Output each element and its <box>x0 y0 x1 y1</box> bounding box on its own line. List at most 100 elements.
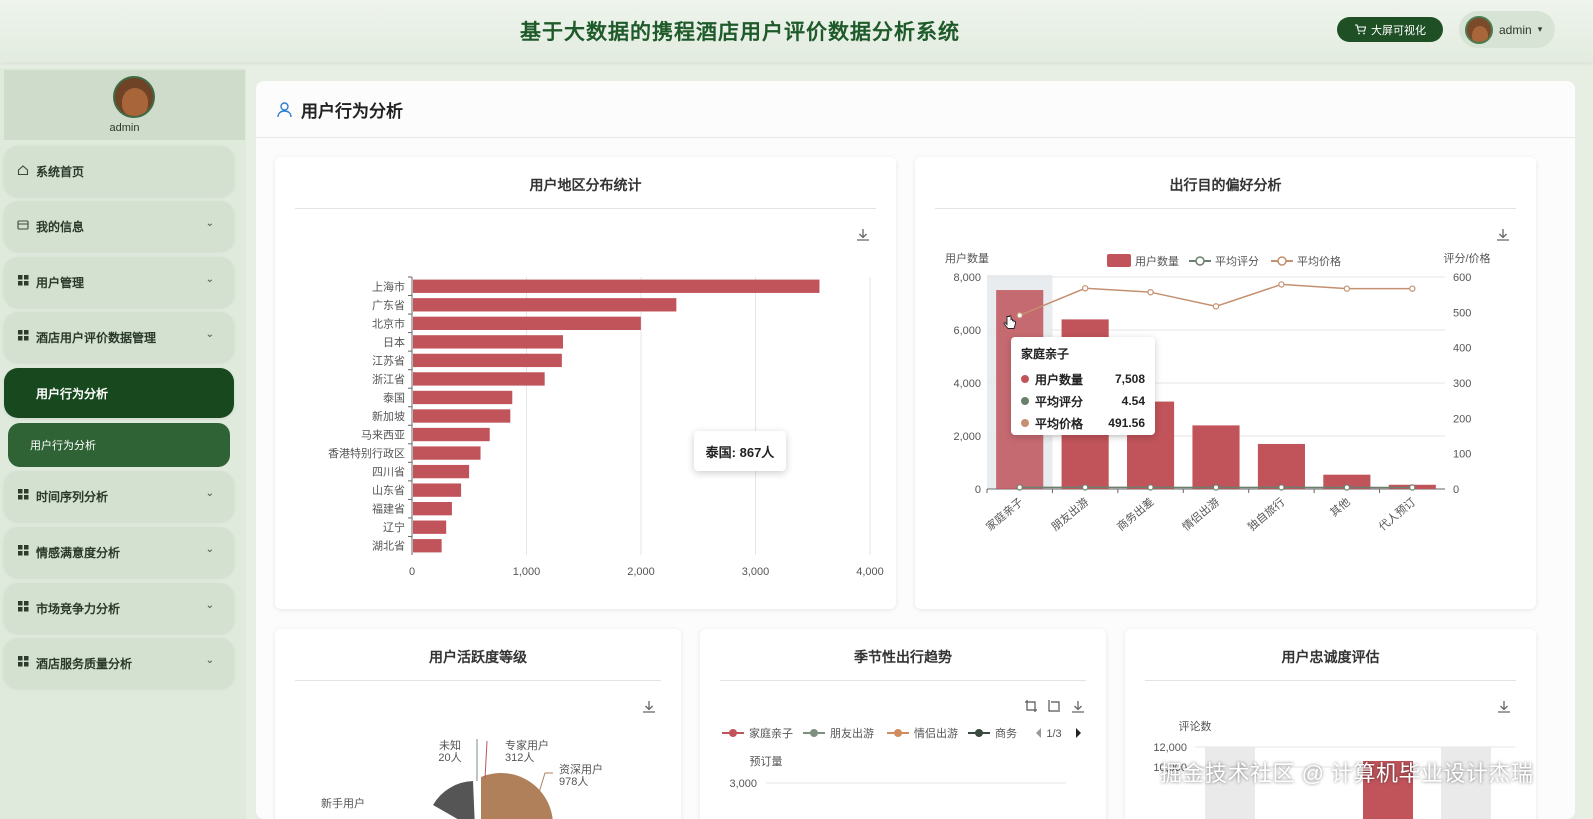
loyalty-chart-card: 用户忠诚度评估 评论数 12,000 10,000 <box>1125 629 1536 819</box>
chart-tooltip: 泰国: 867人 <box>694 431 786 471</box>
chevron-down-icon: ⌄ <box>205 274 214 285</box>
y-tick-label: 2,000 <box>953 431 981 443</box>
x-tick-label: 代人预订 <box>1376 495 1418 533</box>
sidebar-item-label: 时间序列分析 <box>36 489 109 504</box>
y-tick-label: 上海市 <box>372 279 405 293</box>
grid-icon <box>16 330 30 344</box>
legend-prev-icon <box>1036 728 1041 738</box>
x-tick-label: 0 <box>409 566 415 578</box>
sidebar-item-label: 用户行为分析 <box>30 440 96 452</box>
system-title: 基于大数据的携程酒店用户评价数据分析系统 <box>520 21 960 44</box>
sidebar-item-sentiment[interactable]: 情感满意度分析 ⌄ <box>4 527 234 577</box>
activity-chart-card: 用户活跃度等级 未知 20人 专家用户 312人 资深用户 978人 新手用户 <box>275 629 681 819</box>
tooltip-row: 平均评分 4.54 <box>1021 390 1145 412</box>
avatar <box>1465 15 1493 44</box>
purpose-combo-chart: 0 2,000 4,000 6,000 8,000 0 100 200 300 400 500 600… <box>945 251 1491 534</box>
y-tick-label: 6,000 <box>953 325 981 337</box>
y-tick-label: 辽宁 <box>383 520 405 534</box>
seasonal-chart-card: 季节性出行趋势 家庭亲子 朋友出游 情侣出游 商务 1/3 预订量 3,000 <box>700 629 1106 819</box>
tooltip-title: 家庭亲子 <box>1021 347 1070 361</box>
legend-marker <box>810 729 818 737</box>
bigscreen-label: 大屏可视化 <box>1371 24 1426 37</box>
data-point <box>1016 312 1023 319</box>
user-icon <box>277 101 292 117</box>
label-line <box>484 740 488 780</box>
bar <box>413 446 481 460</box>
y-right-tick-label: 500 <box>1453 307 1471 319</box>
user-menu[interactable]: admin ▾ <box>1459 11 1555 48</box>
y-tick-label: 日本 <box>383 335 405 349</box>
region-chart-card: 用户地区分布统计 0 1,000 2,000 3,000 4,000 上海市 广东省 北京市日… <box>275 157 896 609</box>
y-tick-label: 山东省 <box>372 484 405 497</box>
bigscreen-button[interactable]: 大屏可视化 <box>1337 17 1443 42</box>
x-tick-label: 其他 <box>1328 495 1353 519</box>
y-tick-label: 浙江省 <box>372 373 405 386</box>
y-tick-label: 四川省 <box>372 466 405 479</box>
y-tick-label: 湖北省 <box>372 540 405 553</box>
sidebar-profile: admin <box>4 70 245 140</box>
data-point <box>1081 285 1089 292</box>
pie-label-value: 978人 <box>559 775 588 788</box>
y-tick-label: 0 <box>975 484 981 496</box>
legend-marker <box>729 729 737 737</box>
pie-label-value: 312人 <box>505 751 534 764</box>
y-axis-title: 用户数量 <box>945 251 989 265</box>
chevron-down-icon: ⌄ <box>205 488 214 499</box>
grid-icon <box>16 656 30 670</box>
tooltip-label: 平均价格 <box>1035 416 1084 431</box>
grid-icon <box>16 489 30 503</box>
sidebar-subitem-user-behavior[interactable]: 用户行为分析 <box>8 423 230 467</box>
sidebar-item-user-behavior[interactable]: 用户行为分析 <box>4 368 234 418</box>
bar <box>413 316 641 331</box>
bar <box>413 390 513 405</box>
tooltip-value: 491.56 <box>1108 416 1145 430</box>
chevron-down-icon: ⌄ <box>205 544 214 555</box>
y-tick-label: 3,000 <box>729 778 757 790</box>
x-tick-label: 家庭亲子 <box>983 495 1026 534</box>
y-tick-label: 新加坡 <box>372 409 405 423</box>
y-tick-label: 马来西亚 <box>361 429 405 442</box>
legend-marker <box>975 729 983 737</box>
legend-label: 用户数量 <box>1135 254 1179 268</box>
legend-page-indicator: 1/3 <box>1046 728 1061 740</box>
data-point <box>1212 484 1220 491</box>
bar <box>413 483 462 497</box>
purpose-chart-card: 出行目的偏好分析 0 2,000 4,000 6,000 8,000 0 100 200 300… <box>915 157 1536 609</box>
home-icon <box>16 164 30 179</box>
legend-label: 家庭亲子 <box>749 726 793 740</box>
bar <box>413 520 447 534</box>
activity-pie-chart: 未知20人 专家用户312人资深用户978人新手用户 <box>321 738 603 819</box>
sidebar-item-label: 我的信息 <box>36 219 85 234</box>
sidebar-item-time-series[interactable]: 时间序列分析 ⌄ <box>4 471 234 521</box>
sidebar-item-label: 市场竞争力分析 <box>36 601 121 616</box>
bar <box>413 335 563 349</box>
profile-name: admin <box>109 122 140 134</box>
watermark: 掘金技术社区 @ 计算机毕业设计杰瑞 <box>1160 761 1534 786</box>
data-point <box>1147 288 1154 296</box>
bar <box>1257 443 1305 489</box>
sidebar-item-user-management[interactable]: 用户管理 ⌄ <box>4 257 234 307</box>
sidebar-item-my-info[interactable]: 我的信息 ⌄ <box>4 201 234 251</box>
bar <box>413 539 442 553</box>
sidebar-item-market[interactable]: 市场竞争力分析 ⌄ <box>4 583 234 633</box>
data-point <box>1343 285 1351 292</box>
sidebar-item-label: 系统首页 <box>36 164 85 179</box>
sidebar-item-service-quality[interactable]: 酒店服务质量分析 ⌄ <box>4 638 234 688</box>
bar <box>413 298 677 312</box>
y-right-tick-label: 300 <box>1453 378 1471 390</box>
loyalty-bar-chart: 评论数12,00010,000 <box>1153 719 1515 819</box>
main-panel: 用户行为分析 用户地区分布统计 0 1,000 2,000 3,000 4,000 上海市… <box>256 81 1575 819</box>
legend-next-icon <box>1076 728 1081 738</box>
tooltip-label: 用户数量 <box>1035 372 1084 387</box>
pie-label: 资深用户 <box>559 762 603 776</box>
chevron-down-icon: ⌄ <box>205 329 214 340</box>
user-name: admin <box>1499 22 1532 37</box>
sidebar-item-home[interactable]: 系统首页 <box>4 146 234 196</box>
data-point <box>1343 484 1351 491</box>
legend-swatch <box>1107 254 1131 267</box>
region-bar-chart: 0 1,000 2,000 3,000 4,000 上海市广东省北京市日本江苏省浙江省泰国… <box>328 276 884 578</box>
sidebar-item-review-data[interactable]: 酒店用户评价数据管理 ⌄ <box>4 312 234 362</box>
legend-dot <box>1021 375 1029 383</box>
data-point <box>1409 484 1416 491</box>
tooltip-row: 平均价格 491.56 <box>1021 412 1145 434</box>
